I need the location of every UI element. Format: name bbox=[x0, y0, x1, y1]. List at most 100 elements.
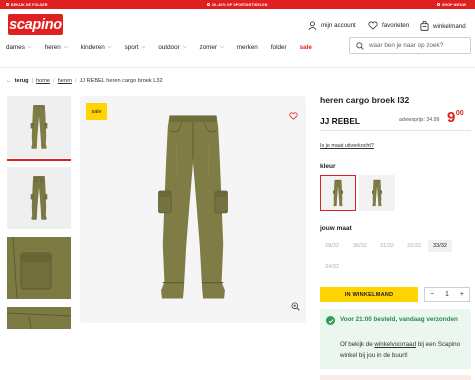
sale-badge: sale bbox=[86, 103, 107, 120]
cart-link[interactable]: winkelmand bbox=[420, 21, 466, 31]
chevron-down-icon: ⌵ bbox=[63, 44, 68, 50]
cart-label: winkelmand bbox=[433, 22, 466, 30]
promo-folder-label: BEKIJK DE FOLDER bbox=[11, 2, 48, 7]
delivery-text-before: Of bekijk de bbox=[340, 341, 375, 348]
heart-icon bbox=[368, 21, 378, 30]
pants-olive-swatch-image bbox=[332, 179, 344, 207]
main-nav: dames ⌵ heren ⌵ kinderen ⌵ sport ⌵ outdoor ⌵ … bbox=[6, 41, 325, 53]
promo-link-sport[interactable]: 20–40% OP SPORTARTIKELEN bbox=[207, 3, 267, 7]
quantity-stepper: − 1 + bbox=[424, 287, 470, 302]
nav-item-sale[interactable]: sale bbox=[300, 44, 312, 51]
breadcrumb-separator: | bbox=[31, 78, 34, 84]
nav-item-merken[interactable]: merken bbox=[237, 44, 258, 51]
store-stock-link[interactable]: winkelvoorraad bbox=[374, 341, 416, 348]
product-price: 9 00 bbox=[447, 110, 464, 125]
breadcrumb-heren[interactable]: heren bbox=[58, 78, 72, 84]
breadcrumb-separator: / bbox=[53, 78, 55, 84]
chevron-down-icon: ⌵ bbox=[182, 44, 187, 50]
quantity-value[interactable]: 1 bbox=[445, 291, 449, 298]
nav-label: kinderen bbox=[80, 43, 105, 51]
size-option: 34/32 bbox=[325, 264, 339, 270]
thumbnail-detail[interactable] bbox=[7, 237, 71, 299]
thumbnail-front[interactable] bbox=[7, 96, 71, 158]
nav-item-zomer[interactable]: zomer ⌵ bbox=[200, 44, 224, 51]
delivery-text: Of bekijk de winkelvoorraad bij een Scap… bbox=[340, 339, 470, 361]
nav-label: merken bbox=[236, 43, 258, 51]
breadcrumb: ← terug | home / heren / JJ REBEL heren … bbox=[6, 78, 163, 84]
chevron-down-icon: ⌵ bbox=[27, 44, 32, 50]
nav-item-sport[interactable]: sport ⌵ bbox=[125, 44, 146, 51]
account-label: mijn account bbox=[321, 22, 356, 29]
pants-front-large-image bbox=[157, 114, 229, 300]
nav-label: sport bbox=[124, 43, 139, 51]
color-label: kleur bbox=[320, 163, 336, 170]
color-swatch-olive-alt[interactable] bbox=[359, 175, 395, 211]
breadcrumb-home[interactable]: home bbox=[36, 78, 50, 84]
size-label: jouw maat bbox=[320, 225, 352, 232]
breadcrumb-current: JJ REBEL heren cargo broek L32 bbox=[79, 78, 163, 84]
nav-label: dames bbox=[6, 43, 25, 51]
favorite-button[interactable] bbox=[289, 107, 298, 125]
promo-link-folder[interactable]: BEKIJK DE FOLDER bbox=[6, 3, 48, 7]
bottom-banner bbox=[320, 375, 471, 380]
promo-icon bbox=[207, 3, 210, 6]
nav-item-folder[interactable]: folder bbox=[271, 44, 287, 51]
product-main-image[interactable]: sale bbox=[80, 96, 306, 323]
promo-bar: BEKIJK DE FOLDER 20–40% OP SPORTARTIKELE… bbox=[0, 0, 475, 9]
thumbnail-waist[interactable] bbox=[7, 307, 71, 329]
pants-alt-swatch-image bbox=[371, 179, 383, 207]
pants-waist-image bbox=[7, 307, 71, 329]
size-option: 32/32 bbox=[407, 243, 421, 249]
favorites-label: favorieten bbox=[382, 22, 410, 29]
thumbnail-back[interactable] bbox=[7, 167, 71, 229]
back-link[interactable]: ← terug bbox=[6, 78, 29, 84]
promo-icon bbox=[6, 3, 9, 6]
nav-item-outdoor[interactable]: outdoor ⌵ bbox=[158, 44, 186, 51]
scapino-logo[interactable]: scapino bbox=[8, 14, 63, 35]
nav-item-dames[interactable]: dames ⌵ bbox=[6, 44, 32, 51]
pants-back-image bbox=[30, 176, 48, 220]
promo-link-new[interactable]: SHOP NIEUW bbox=[437, 3, 466, 7]
size-option: 28/32 bbox=[325, 243, 339, 249]
nav-label: folder bbox=[270, 43, 287, 51]
nav-label: sale bbox=[299, 43, 312, 51]
quantity-plus-button[interactable]: + bbox=[460, 291, 464, 298]
quantity-minus-button[interactable]: − bbox=[430, 291, 434, 298]
heart-icon bbox=[289, 112, 298, 120]
zoom-in-icon bbox=[291, 302, 300, 311]
search-icon bbox=[356, 41, 364, 50]
checkmark-icon bbox=[326, 316, 335, 325]
search-input[interactable] bbox=[369, 42, 469, 49]
chevron-down-icon: ⌵ bbox=[107, 44, 112, 50]
price-integer: 9 bbox=[447, 109, 456, 126]
user-icon bbox=[308, 21, 317, 30]
price-decimals: 00 bbox=[455, 110, 464, 117]
price-divider bbox=[320, 130, 471, 131]
promo-sport-label: 20–40% OP SPORTARTIKELEN bbox=[212, 2, 268, 7]
pants-front-image bbox=[30, 105, 48, 149]
breadcrumb-separator: / bbox=[74, 78, 77, 84]
nav-item-kinderen[interactable]: kinderen ⌵ bbox=[81, 44, 112, 51]
add-to-cart-button[interactable]: IN WINKELMAND bbox=[320, 287, 418, 302]
search-box[interactable] bbox=[349, 37, 471, 54]
nav-item-heren[interactable]: heren ⌵ bbox=[45, 44, 68, 51]
thumbnail-active-indicator bbox=[7, 159, 71, 161]
chevron-down-icon: ⌵ bbox=[141, 44, 146, 50]
account-link[interactable]: mijn account bbox=[308, 21, 356, 30]
nav-label: heren bbox=[44, 43, 61, 51]
chevron-down-icon: ⌵ bbox=[220, 44, 224, 50]
color-swatch-olive[interactable] bbox=[320, 175, 356, 211]
delivery-headline: Voor 21:00 besteld, vandaag verzonden bbox=[340, 316, 458, 323]
shopping-bag-icon bbox=[420, 21, 429, 31]
product-title: heren cargo broek l32 bbox=[320, 95, 410, 105]
back-label: terug bbox=[14, 78, 29, 84]
favorites-link[interactable]: favorieten bbox=[368, 21, 409, 30]
header-divider bbox=[0, 67, 475, 68]
size-sold-out-link[interactable]: Is je maat uitverkocht? bbox=[320, 143, 374, 149]
size-option[interactable]: 33/32 bbox=[428, 240, 452, 252]
nav-label: zomer bbox=[199, 43, 218, 51]
product-brand[interactable]: JJ REBEL bbox=[320, 116, 360, 126]
nav-label: outdoor bbox=[158, 43, 180, 51]
size-option: 31/32 bbox=[380, 243, 394, 249]
zoom-button[interactable] bbox=[291, 298, 300, 316]
